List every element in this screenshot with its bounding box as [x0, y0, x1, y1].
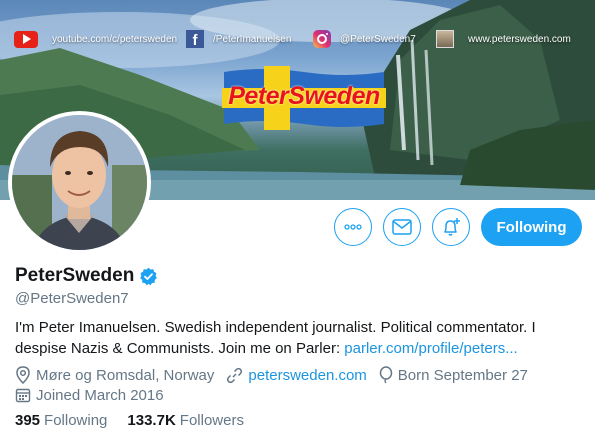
following-label: Following: [44, 412, 108, 429]
location-text: Møre og Romsdal, Norway: [36, 366, 215, 384]
banner-facebook: f: [186, 28, 204, 50]
following-stat[interactable]: 395 Following: [15, 412, 107, 429]
banner-logo-text: PeterSweden: [228, 82, 380, 110]
avatar-photo: [12, 115, 147, 250]
notifications-button[interactable]: [432, 208, 470, 246]
message-button[interactable]: [383, 208, 421, 246]
bell-plus-icon: [444, 218, 460, 236]
user-handle: @PeterSweden7: [15, 290, 129, 307]
mail-icon: [392, 219, 412, 235]
profile-meta-row-2: Joined March 2016: [15, 385, 176, 405]
website-avatar-icon: [436, 30, 454, 48]
display-name: PeterSweden: [15, 265, 135, 286]
calendar-icon: [15, 388, 31, 403]
birthday-text: Born September 27: [397, 366, 528, 384]
followers-count: 133.7K: [127, 412, 176, 429]
profile-bio: I'm Peter Imanuelsen. Swedish independen…: [15, 317, 585, 359]
profile-meta-row-1: Møre og Romsdal, Norway petersweden.com …: [15, 365, 540, 385]
followers-stat[interactable]: 133.7K Followers: [127, 412, 244, 429]
verified-badge-icon: [140, 267, 158, 285]
banner-facebook-text: /PeterImanuelsen: [213, 33, 292, 45]
birthday-item: Born September 27: [379, 366, 528, 384]
youtube-icon: [14, 30, 38, 48]
banner-instagram-text: @PeterSweden7: [340, 33, 416, 45]
avatar[interactable]: [8, 111, 151, 254]
location-icon: [16, 366, 30, 384]
link-icon: [227, 367, 243, 383]
location-item: Møre og Romsdal, Norway: [15, 366, 214, 384]
banner-website-text: www.petersweden.com: [468, 33, 571, 45]
facebook-icon: f: [186, 30, 204, 48]
joined-text: Joined March 2016: [36, 386, 164, 404]
follow-stats: 395 Following 133.7K Followers: [15, 412, 264, 429]
banner-youtube-text: youtube.com/c/petersweden: [52, 33, 178, 45]
followers-label: Followers: [179, 412, 244, 429]
more-icon: [344, 224, 362, 230]
banner-instagram: [313, 28, 331, 50]
following-count: 395: [15, 412, 41, 429]
following-button[interactable]: Following: [481, 208, 582, 246]
instagram-icon: [313, 30, 331, 48]
website-item: petersweden.com: [226, 367, 367, 384]
website-link[interactable]: petersweden.com: [248, 367, 366, 384]
balloon-icon: [379, 366, 393, 384]
bio-link[interactable]: parler.com/profile/peters...: [344, 340, 517, 357]
more-button[interactable]: [334, 208, 372, 246]
name-row: PeterSweden: [15, 265, 158, 287]
banner-website: [436, 28, 454, 50]
banner-social-links: youtube.com/c/petersweden f /PeterImanue…: [0, 28, 595, 50]
joined-item: Joined March 2016: [15, 387, 164, 404]
banner-youtube: [14, 28, 38, 50]
